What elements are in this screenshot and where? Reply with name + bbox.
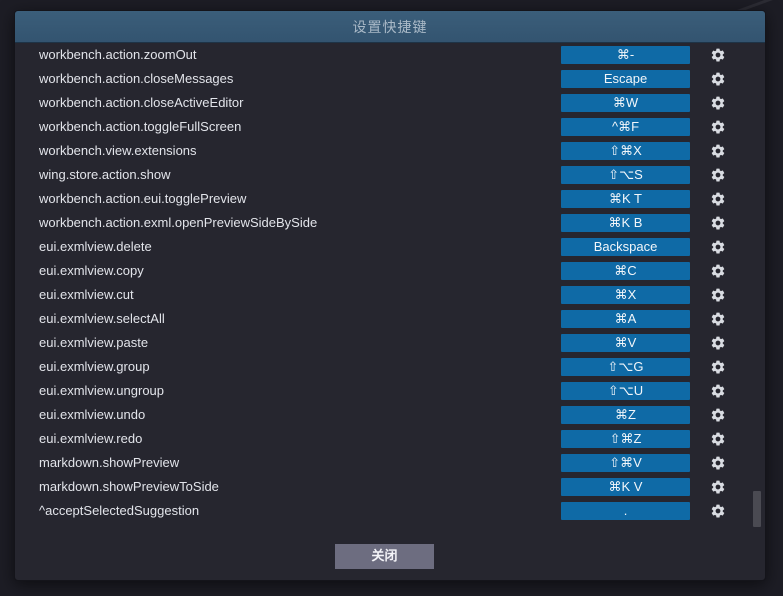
gear-icon[interactable] — [710, 311, 726, 327]
shortcut-key-button[interactable]: ⇧⌘X — [561, 142, 690, 160]
keybinding-row: eui.exmlview.selectAll ⌘A — [15, 307, 765, 331]
keybinding-row: ^acceptSelectedSuggestion . — [15, 499, 765, 523]
keybinding-row: eui.exmlview.cut ⌘X — [15, 283, 765, 307]
keybinding-row: workbench.action.toggleFullScreen ^⌘F — [15, 115, 765, 139]
close-button[interactable]: 关闭 — [335, 544, 434, 569]
shortcut-key-button[interactable]: ⇧⌥S — [561, 166, 690, 184]
shortcut-key-button[interactable]: Escape — [561, 70, 690, 88]
gear-icon[interactable] — [710, 215, 726, 231]
command-name: ^acceptSelectedSuggestion — [39, 503, 200, 518]
command-name: eui.exmlview.selectAll — [39, 311, 165, 326]
shortcut-key-button[interactable]: ⌘Z — [561, 406, 690, 424]
gear-icon[interactable] — [710, 143, 726, 159]
gear-icon[interactable] — [710, 383, 726, 399]
shortcut-key-button[interactable]: ⇧⌥G — [561, 358, 690, 376]
gear-icon[interactable] — [710, 95, 726, 111]
gear-icon[interactable] — [710, 47, 726, 63]
command-name: workbench.view.extensions — [39, 143, 197, 158]
keybinding-row: workbench.action.closeMessages Escape — [15, 67, 765, 91]
shortcut-key-button[interactable]: ⌘V — [561, 334, 690, 352]
command-name: markdown.showPreviewToSide — [39, 479, 219, 494]
gear-icon[interactable] — [710, 455, 726, 471]
keybinding-row: workbench.action.exml.openPreviewSideByS… — [15, 211, 765, 235]
app-background: 设置快捷键 workbench.action.zoomOut ⌘- workbe… — [0, 0, 783, 596]
shortcut-settings-dialog: 设置快捷键 workbench.action.zoomOut ⌘- workbe… — [14, 10, 766, 581]
gear-icon[interactable] — [710, 119, 726, 135]
command-name: eui.exmlview.group — [39, 359, 150, 374]
keybinding-row: eui.exmlview.copy ⌘C — [15, 259, 765, 283]
gear-icon[interactable] — [710, 287, 726, 303]
command-name: workbench.action.exml.openPreviewSideByS… — [39, 215, 318, 230]
shortcut-key-button[interactable]: ⌘K T — [561, 190, 690, 208]
keybinding-row: workbench.view.extensions ⇧⌘X — [15, 139, 765, 163]
keybinding-row: eui.exmlview.paste ⌘V — [15, 331, 765, 355]
shortcut-key-button[interactable]: ⌘K B — [561, 214, 690, 232]
shortcut-key-button[interactable]: ⇧⌘V — [561, 454, 690, 472]
command-name: workbench.action.closeMessages — [39, 71, 234, 86]
shortcut-key-button[interactable]: . — [561, 502, 690, 520]
gear-icon[interactable] — [710, 359, 726, 375]
command-name: workbench.action.toggleFullScreen — [39, 119, 242, 134]
shortcut-key-button[interactable]: Backspace — [561, 238, 690, 256]
gear-icon[interactable] — [710, 167, 726, 183]
command-name: workbench.action.eui.togglePreview — [39, 191, 247, 206]
gear-icon[interactable] — [710, 431, 726, 447]
shortcut-key-button[interactable]: ⌘W — [561, 94, 690, 112]
keybinding-row: eui.exmlview.group ⇧⌥G — [15, 355, 765, 379]
dialog-titlebar: 设置快捷键 — [15, 11, 765, 43]
gear-icon[interactable] — [710, 335, 726, 351]
gear-icon[interactable] — [710, 239, 726, 255]
command-name: workbench.action.closeActiveEditor — [39, 95, 244, 110]
scrollbar-thumb[interactable] — [753, 491, 761, 527]
keybinding-row: markdown.showPreviewToSide ⌘K V — [15, 475, 765, 499]
shortcut-key-button[interactable]: ^⌘F — [561, 118, 690, 136]
shortcut-key-button[interactable]: ⌘C — [561, 262, 690, 280]
keybinding-list[interactable]: workbench.action.zoomOut ⌘- workbench.ac… — [15, 43, 765, 535]
command-name: workbench.action.zoomOut — [39, 47, 197, 62]
keybinding-row: eui.exmlview.redo ⇧⌘Z — [15, 427, 765, 451]
command-name: eui.exmlview.cut — [39, 287, 134, 302]
shortcut-key-button[interactable]: ⇧⌘Z — [561, 430, 690, 448]
command-name: eui.exmlview.undo — [39, 407, 146, 422]
shortcut-key-button[interactable]: ⌘K V — [561, 478, 690, 496]
shortcut-key-button[interactable]: ⇧⌥U — [561, 382, 690, 400]
keybinding-row: eui.exmlview.delete Backspace — [15, 235, 765, 259]
gear-icon[interactable] — [710, 407, 726, 423]
gear-icon[interactable] — [710, 479, 726, 495]
shortcut-key-button[interactable]: ⌘A — [561, 310, 690, 328]
keybinding-row: workbench.action.zoomOut ⌘- — [15, 43, 765, 67]
command-name: eui.exmlview.copy — [39, 263, 144, 278]
command-name: eui.exmlview.redo — [39, 431, 143, 446]
gear-icon[interactable] — [710, 263, 726, 279]
scrollbar[interactable] — [753, 45, 761, 535]
command-name: eui.exmlview.paste — [39, 335, 149, 350]
keybinding-row: markdown.showPreview ⇧⌘V — [15, 451, 765, 475]
keybinding-row: workbench.action.closeActiveEditor ⌘W — [15, 91, 765, 115]
gear-icon[interactable] — [710, 71, 726, 87]
gear-icon[interactable] — [710, 503, 726, 519]
command-name: markdown.showPreview — [39, 455, 180, 470]
command-name: eui.exmlview.delete — [39, 239, 152, 254]
command-name: wing.store.action.show — [39, 167, 171, 182]
keybinding-row: workbench.action.eui.togglePreview ⌘K T — [15, 187, 765, 211]
keybinding-row: wing.store.action.show ⇧⌥S — [15, 163, 765, 187]
keybinding-row: eui.exmlview.undo ⌘Z — [15, 403, 765, 427]
shortcut-key-button[interactable]: ⌘- — [561, 46, 690, 64]
keybinding-row: eui.exmlview.ungroup ⇧⌥U — [15, 379, 765, 403]
gear-icon[interactable] — [710, 191, 726, 207]
dialog-title: 设置快捷键 — [352, 18, 428, 35]
command-name: eui.exmlview.ungroup — [39, 383, 165, 398]
shortcut-key-button[interactable]: ⌘X — [561, 286, 690, 304]
